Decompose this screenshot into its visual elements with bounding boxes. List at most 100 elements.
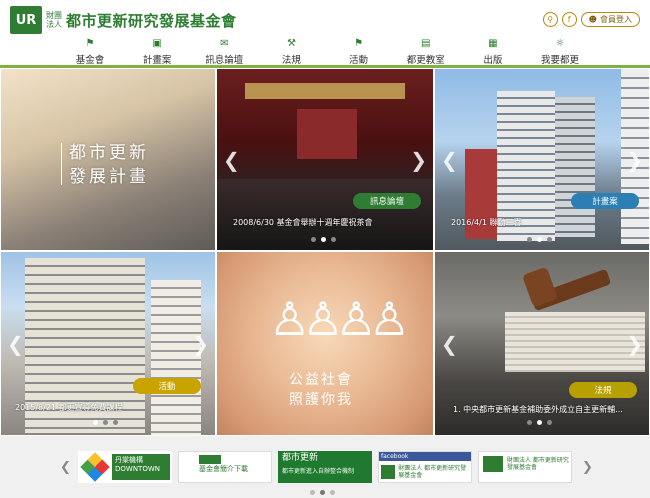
slider-dot[interactable] bbox=[547, 237, 552, 242]
site-title: 都市更新研究發展基金會 bbox=[66, 11, 237, 30]
slider-dot[interactable] bbox=[113, 420, 118, 425]
facebook-icon[interactable]: f bbox=[561, 12, 577, 27]
slide-caption[interactable]: 2008/6/30 基金會舉辦十週年慶祝茶會 bbox=[233, 217, 373, 228]
facebook-label: facebook bbox=[379, 452, 471, 461]
banner-urban-renewal[interactable]: 都市更新 都市更新進入自辦整合機制 bbox=[278, 451, 372, 483]
event-banner-image bbox=[245, 83, 405, 99]
building-image bbox=[555, 97, 595, 237]
nav-item-publications[interactable]: ▦ 出版 bbox=[463, 38, 523, 66]
nav-item-regulations[interactable]: ⚒ 法規 bbox=[261, 38, 321, 66]
tile-urban-renewal-plan[interactable]: 都市更新 發展計畫 bbox=[0, 68, 216, 251]
banner-foundation[interactable]: 財團法人 都市更新研究發展基金會 bbox=[478, 451, 572, 483]
nav-item-projects[interactable]: ▣ 計畫案 bbox=[127, 38, 187, 66]
tile-forum-slider[interactable]: ❮ ❯ 訊息論壇 2008/6/30 基金會舉辦十週年慶祝茶會 bbox=[216, 68, 434, 251]
login-label: 會員登入 bbox=[600, 15, 632, 24]
slider-dot[interactable] bbox=[537, 420, 542, 425]
nav-label: 活動 bbox=[349, 55, 369, 66]
tile-events-slider[interactable]: ❮ ❯ 活動 2015/8/21 都更宣導免費課程 bbox=[0, 251, 216, 436]
gavel-icon: ⚒ bbox=[286, 38, 296, 49]
tile-regulations-slider[interactable]: ❮ ❯ 法規 1. 中央都市更新基金補助委外成立自主更新輔... bbox=[434, 251, 650, 436]
nav-item-foundation[interactable]: ⚑ 基金會 bbox=[60, 38, 120, 66]
slider-dots bbox=[93, 420, 118, 425]
documents-image bbox=[505, 312, 645, 372]
building-image bbox=[151, 280, 201, 435]
banner-text: 丹棠機構 DOWNTOWN bbox=[112, 454, 170, 480]
site-logo[interactable]: UR 財團 法人 都市更新研究發展基金會 bbox=[10, 6, 237, 34]
category-tag[interactable]: 活動 bbox=[133, 378, 201, 394]
chevron-right-icon[interactable]: ❯ bbox=[192, 332, 209, 356]
banner-text: 財團法人 都市更新研究發展基金會 bbox=[398, 465, 467, 479]
login-button[interactable]: ☻ 會員登入 bbox=[580, 12, 640, 27]
chevron-right-icon[interactable]: ❯ bbox=[626, 332, 643, 356]
banner-dot[interactable] bbox=[320, 490, 325, 495]
logo-mark: UR bbox=[10, 6, 42, 34]
banner-text: 財團法人 都市更新研究發展基金會 bbox=[507, 457, 569, 471]
nav-item-events[interactable]: ⚑ 活動 bbox=[329, 38, 389, 66]
slide-caption[interactable]: 1. 中央都市更新基金補助委外成立自主更新輔... bbox=[453, 404, 623, 415]
slider-dot[interactable] bbox=[331, 237, 336, 242]
slider-dot[interactable] bbox=[537, 237, 542, 242]
category-tag[interactable]: 法規 bbox=[569, 382, 637, 398]
slide-caption[interactable]: 2015/8/21 都更宣導免費課程 bbox=[15, 402, 123, 413]
tile-projects-slider[interactable]: ❮ ❯ 計畫案 2016/4/1 聯勤三喜 bbox=[434, 68, 650, 251]
slider-dot[interactable] bbox=[311, 237, 316, 242]
banner-facebook[interactable]: facebook 財團法人 都市更新研究發展基金會 bbox=[378, 451, 472, 483]
nav-item-forum[interactable]: ✉ 訊息論壇 bbox=[194, 38, 254, 66]
banner-dot[interactable] bbox=[310, 490, 315, 495]
nav-label: 基金會 bbox=[75, 55, 105, 66]
tile-headline: 公益社會 照護你我 bbox=[289, 370, 353, 410]
stage-image bbox=[297, 109, 357, 159]
slider-dots bbox=[527, 237, 552, 242]
ur-logo-icon bbox=[483, 456, 503, 472]
ur-logo-icon bbox=[199, 455, 221, 464]
chevron-right-icon[interactable]: ❯ bbox=[626, 148, 643, 172]
banner-dots bbox=[310, 490, 335, 495]
chevron-left-icon[interactable]: ❮ bbox=[60, 460, 71, 475]
flag-icon: ⚑ bbox=[354, 38, 364, 49]
chevron-left-icon[interactable]: ❮ bbox=[7, 332, 24, 356]
chevron-left-icon[interactable]: ❮ bbox=[441, 148, 458, 172]
tile-public-welfare[interactable]: ♙♙♙♙ 公益社會 照護你我 bbox=[216, 251, 434, 436]
nav-label: 都更教室 bbox=[406, 55, 445, 66]
nav-label: 我要都更 bbox=[540, 55, 579, 66]
slider-dot[interactable] bbox=[103, 420, 108, 425]
banner-row-content: 財團法人 都市更新研究發展基金會 bbox=[381, 465, 471, 479]
nav-label: 訊息論壇 bbox=[205, 55, 244, 66]
partner-banners: ❮ ❯ 丹棠機構 DOWNTOWN 基金會簡介下載 都市更新 都市更新進入自辦整… bbox=[0, 436, 650, 498]
slider-dot[interactable] bbox=[547, 420, 552, 425]
slider-dot[interactable] bbox=[321, 237, 326, 242]
lightbulb-icon: ☼ bbox=[555, 38, 565, 49]
chevron-left-icon[interactable]: ❮ bbox=[223, 148, 240, 172]
slider-dot[interactable] bbox=[527, 237, 532, 242]
slide-caption[interactable]: 2016/4/1 聯勤三喜 bbox=[451, 217, 521, 228]
book-icon: ▦ bbox=[488, 38, 498, 49]
chat-icon: ✉ bbox=[220, 38, 229, 49]
ur-logo-icon bbox=[381, 465, 396, 479]
chevron-right-icon[interactable]: ❯ bbox=[410, 148, 427, 172]
banner-brochure[interactable]: 基金會簡介下載 bbox=[178, 451, 272, 483]
slider-dot[interactable] bbox=[527, 420, 532, 425]
slider-dot[interactable] bbox=[93, 420, 98, 425]
nav-item-classroom[interactable]: ▤ 都更教室 bbox=[396, 38, 456, 66]
chevron-left-icon[interactable]: ❮ bbox=[441, 332, 458, 356]
category-tag[interactable]: 訊息論壇 bbox=[353, 193, 421, 209]
banner-title: 丹棠機構 bbox=[115, 456, 143, 464]
slider-dots bbox=[527, 420, 552, 425]
family-cutout-icon: ♙♙♙♙ bbox=[269, 292, 410, 346]
search-icon[interactable]: ⚲ bbox=[542, 12, 558, 27]
category-tag[interactable]: 計畫案 bbox=[571, 193, 639, 209]
logo-small-text: 財團 法人 bbox=[46, 11, 62, 29]
tile-headline-line1: 公益社會 bbox=[289, 372, 353, 388]
calendar-icon: ▣ bbox=[152, 38, 162, 49]
banner-title: 都市更新 bbox=[282, 453, 319, 463]
nav-item-apply[interactable]: ☼ 我要都更 bbox=[530, 38, 590, 66]
flag-icon: ⚑ bbox=[85, 38, 95, 49]
nav-label: 計畫案 bbox=[142, 55, 172, 66]
user-icon: ☻ bbox=[588, 15, 597, 24]
main-nav: ⚑ 基金會 ▣ 計畫案 ✉ 訊息論壇 ⚒ 法規 ⚑ 活動 ▤ 都更教室 ▦ 出版… bbox=[60, 38, 590, 66]
banner-dot[interactable] bbox=[330, 490, 335, 495]
top-actions: ⚲ f ☻ 會員登入 bbox=[542, 12, 640, 27]
chevron-right-icon[interactable]: ❯ bbox=[582, 460, 593, 475]
banner-subtitle: DOWNTOWN bbox=[115, 465, 161, 473]
banner-downtown[interactable]: 丹棠機構 DOWNTOWN bbox=[78, 451, 172, 483]
